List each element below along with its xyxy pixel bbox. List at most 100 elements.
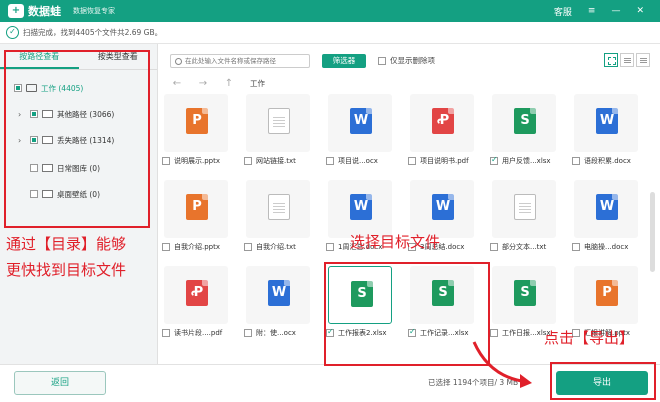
file-label: 自我介绍.pptx bbox=[162, 242, 220, 252]
list-view-icon[interactable] bbox=[620, 53, 634, 67]
file-checkbox[interactable] bbox=[326, 243, 334, 251]
file-thumbnail[interactable]: Ꝓ bbox=[164, 266, 228, 324]
only-deleted-toggle[interactable]: 仅显示删除项 bbox=[378, 55, 435, 66]
back-arrow-icon[interactable]: ← bbox=[170, 78, 184, 89]
file-name: 自我介绍.pptx bbox=[174, 243, 220, 251]
file-label: 说明展示.pptx bbox=[162, 156, 220, 166]
file-checkbox[interactable] bbox=[490, 243, 498, 251]
file-thumbnail[interactable]: W bbox=[246, 266, 310, 324]
file-thumbnail[interactable] bbox=[492, 180, 556, 238]
file-label: 网站链接.txt bbox=[244, 156, 296, 166]
select-annotation: 选择目标文件 bbox=[350, 233, 441, 251]
file-name: 网站链接.txt bbox=[256, 157, 296, 165]
scrollbar[interactable] bbox=[650, 92, 656, 364]
file-thumbnail[interactable]: Ꝓ bbox=[410, 94, 474, 152]
file-thumbnail[interactable]: W bbox=[574, 94, 638, 152]
ppt-file-icon: P bbox=[186, 194, 208, 220]
close-icon[interactable]: ✕ bbox=[636, 6, 644, 16]
file-tile[interactable]: 自我介绍.txt bbox=[240, 178, 315, 260]
up-arrow-icon[interactable]: ↑ bbox=[222, 78, 236, 89]
app-name: 数据蛙 bbox=[28, 5, 61, 18]
file-label: 附：使...ocx bbox=[244, 328, 296, 338]
file-tile[interactable]: 网站链接.txt bbox=[240, 92, 315, 174]
file-tile[interactable]: Ꝓ 项目说明书.pdf bbox=[404, 92, 479, 174]
sidebar-annotation-line-1: 通过【目录】能够 bbox=[6, 235, 127, 253]
file-tile[interactable]: Ꝓ 读书片段....pdf bbox=[158, 264, 233, 346]
only-deleted-label: 仅显示删除项 bbox=[390, 56, 435, 65]
file-label: 语段积累.docx bbox=[572, 156, 631, 166]
file-thumbnail[interactable]: W bbox=[574, 180, 638, 238]
file-checkbox[interactable] bbox=[326, 157, 334, 165]
file-tile[interactable]: P 说明展示.pptx bbox=[158, 92, 233, 174]
current-path: 工作 bbox=[250, 78, 265, 88]
txt-file-icon bbox=[514, 194, 536, 220]
pdf-file-icon: Ꝓ bbox=[186, 280, 208, 306]
file-checkbox[interactable] bbox=[162, 243, 170, 251]
ppt-file-icon: P bbox=[596, 280, 618, 306]
file-thumbnail[interactable]: W bbox=[328, 94, 392, 152]
file-checkbox[interactable] bbox=[408, 157, 416, 165]
file-tile[interactable]: W 附：使...ocx bbox=[240, 264, 315, 346]
back-button[interactable]: 返回 bbox=[14, 371, 106, 395]
file-checkbox[interactable] bbox=[490, 155, 498, 165]
file-checkbox[interactable] bbox=[244, 243, 252, 251]
detail-view-icon[interactable] bbox=[636, 53, 650, 67]
file-thumbnail[interactable]: P bbox=[164, 94, 228, 152]
file-checkbox[interactable] bbox=[572, 243, 580, 251]
menu-icon[interactable]: ≡ bbox=[588, 6, 596, 16]
scrollbar-thumb[interactable] bbox=[650, 192, 655, 272]
file-checkbox[interactable] bbox=[244, 329, 252, 337]
word-file-icon: W bbox=[350, 194, 372, 220]
file-thumbnail[interactable] bbox=[246, 180, 310, 238]
file-name: 用户反馈...xlsx bbox=[502, 157, 551, 165]
file-thumbnail[interactable]: S bbox=[492, 94, 556, 152]
file-name: 附：使...ocx bbox=[256, 329, 296, 337]
word-file-icon: W bbox=[350, 108, 372, 134]
file-tile[interactable]: S 用户反馈...xlsx bbox=[486, 92, 561, 174]
file-label: 项目说...ocx bbox=[326, 156, 378, 166]
file-name: 项目说明书.pdf bbox=[420, 157, 469, 165]
selection-highlight-box bbox=[324, 262, 490, 366]
app-logo: + 数据蛙 bbox=[8, 3, 61, 19]
word-file-icon: W bbox=[596, 108, 618, 134]
check-circle-icon: ✓ bbox=[6, 26, 19, 39]
file-label: 项目说明书.pdf bbox=[408, 156, 469, 166]
file-name: 自我介绍.txt bbox=[256, 243, 296, 251]
file-thumbnail[interactable]: P bbox=[574, 266, 638, 324]
support-button[interactable]: 客服 bbox=[554, 5, 572, 18]
app-slogan: 数据恢复专家 bbox=[73, 7, 115, 15]
file-name: 部分文本...txt bbox=[502, 243, 547, 251]
file-checkbox[interactable] bbox=[572, 157, 580, 165]
sidebar-highlight-box bbox=[4, 50, 150, 228]
file-name: 项目说...ocx bbox=[338, 157, 378, 165]
file-tile[interactable]: 部分文本...txt bbox=[486, 178, 561, 260]
minimize-icon[interactable]: — bbox=[611, 6, 620, 16]
title-bar: + 数据蛙 数据恢复专家 客服 ≡ — ✕ bbox=[0, 0, 660, 22]
file-tile[interactable]: W 语段积累.docx bbox=[568, 92, 643, 174]
forward-arrow-icon[interactable]: → bbox=[196, 78, 210, 89]
file-tile[interactable]: W 电脑操...docx bbox=[568, 178, 643, 260]
word-file-icon: W bbox=[268, 280, 290, 306]
file-checkbox[interactable] bbox=[244, 157, 252, 165]
file-thumbnail[interactable] bbox=[246, 94, 310, 152]
filter-button[interactable]: 筛选器 bbox=[322, 54, 366, 68]
file-label: 用户反馈...xlsx bbox=[490, 155, 551, 166]
file-thumbnail[interactable]: P bbox=[164, 180, 228, 238]
pointer-arrow-icon bbox=[472, 341, 532, 388]
search-box[interactable] bbox=[170, 54, 310, 68]
search-input[interactable] bbox=[185, 57, 309, 65]
file-label: 电脑操...docx bbox=[572, 242, 628, 252]
file-tile[interactable]: P 自我介绍.pptx bbox=[158, 178, 233, 260]
search-icon bbox=[175, 57, 182, 65]
frog-logo-icon: + bbox=[8, 4, 24, 18]
file-tile[interactable]: W 项目说...ocx bbox=[322, 92, 397, 174]
only-deleted-checkbox[interactable] bbox=[378, 56, 386, 65]
file-checkbox[interactable] bbox=[162, 329, 170, 337]
export-highlight-box bbox=[550, 362, 656, 400]
file-checkbox[interactable] bbox=[162, 157, 170, 165]
file-thumbnail[interactable]: S bbox=[492, 266, 556, 324]
txt-file-icon bbox=[268, 108, 290, 134]
file-checkbox[interactable] bbox=[490, 329, 498, 337]
grid-view-icon[interactable] bbox=[604, 53, 618, 67]
path-nav: ← → ↑ 工作 bbox=[158, 74, 660, 92]
